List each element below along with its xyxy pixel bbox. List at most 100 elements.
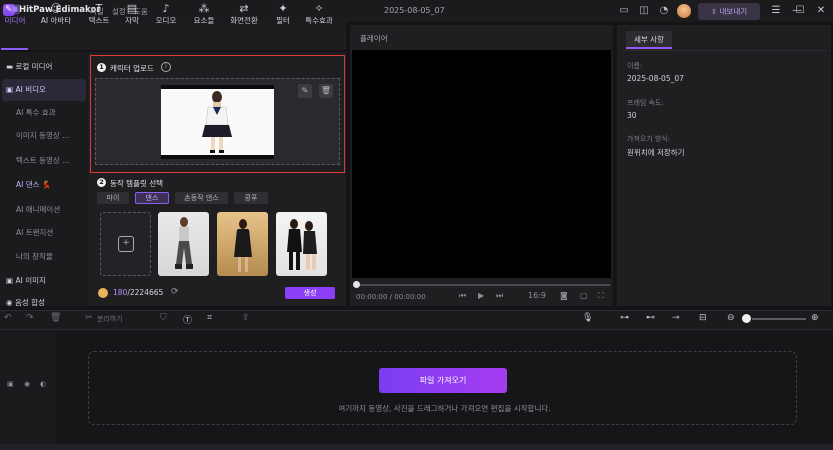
- play-icon[interactable]: ▶: [478, 291, 484, 300]
- info-icon[interactable]: i: [161, 62, 171, 72]
- playback-progress[interactable]: [355, 284, 610, 286]
- tool-ai-avatar[interactable]: ☺ AI 아바타: [35, 2, 77, 28]
- sidebar-item-ai-dance[interactable]: AI 댄스 💃: [2, 174, 86, 196]
- add-template-button[interactable]: +: [100, 212, 151, 276]
- active-tab-indicator: [1, 48, 28, 50]
- fullscreen-icon[interactable]: ⛶: [598, 291, 604, 301]
- track-visibility-icon[interactable]: ◉: [24, 380, 30, 388]
- player-title: 플레이어: [360, 34, 388, 43]
- detach-icon[interactable]: ⊸: [672, 313, 680, 323]
- horizontal-scrollbar[interactable]: [0, 444, 833, 450]
- voice-icon: ◉: [6, 298, 15, 307]
- align-icon[interactable]: ⊷: [646, 313, 655, 323]
- template-thumb[interactable]: [276, 212, 327, 276]
- text-tool-icon[interactable]: Ⓣ: [183, 313, 192, 326]
- sidebar-item-my-creations[interactable]: 나의 창작물: [2, 246, 86, 268]
- tool-transition[interactable]: ⇄ 화면전환: [223, 2, 265, 28]
- drop-hint: 여기까지 동영상, 사진을 드래그하거나 가져오면 편집을 시작합니다.: [338, 404, 551, 413]
- detail-fps-value: 30: [627, 111, 637, 120]
- shield-icon[interactable]: ⛉: [160, 313, 167, 323]
- link-icon[interactable]: ⊶: [620, 313, 629, 323]
- tab-my[interactable]: 마이: [97, 192, 129, 204]
- project-title: 2025-08-05_07: [384, 6, 445, 15]
- detail-fps-label: 프레임 속도:: [627, 99, 664, 107]
- step-1-title: 캐릭터 업로드: [110, 64, 154, 73]
- sidebar-item-local-media[interactable]: ▬ 로컬 미디어: [2, 56, 86, 78]
- next-frame-icon[interactable]: ⏭: [496, 291, 503, 301]
- zoom-in-icon[interactable]: ⊕: [811, 313, 819, 323]
- sidebar-item-ai-animation[interactable]: AI 애니메이션: [2, 199, 86, 221]
- edit-icon[interactable]: ✎: [298, 84, 312, 98]
- detail-import-value: 원위치에 저장하기: [627, 148, 685, 157]
- aspect-ratio-select[interactable]: 16:9: [528, 291, 546, 300]
- step-2-title: 동작 템플릿 선택: [110, 179, 164, 188]
- tool-effects[interactable]: ✧ 특수효과: [298, 2, 340, 28]
- playhead-handle[interactable]: [353, 281, 360, 288]
- tab-hand-dance[interactable]: 손동작 댄스: [175, 192, 228, 204]
- character-image: [202, 91, 232, 153]
- notification-icon[interactable]: ◔: [658, 5, 670, 17]
- dancer-image: [226, 219, 260, 272]
- export-label: 내보내기: [719, 7, 748, 16]
- avatar[interactable]: [677, 4, 691, 18]
- sidebar-item-image-to-video[interactable]: 이미지 동영상 ...: [2, 125, 86, 147]
- zoom-out-icon[interactable]: ⊖: [727, 313, 735, 323]
- refresh-icon[interactable]: ⟳: [171, 287, 179, 297]
- delete-icon[interactable]: 🗑: [50, 313, 61, 323]
- crop-icon[interactable]: ▢: [580, 291, 588, 300]
- dancer-image: [287, 219, 317, 270]
- dancer-image: [175, 217, 193, 269]
- snapshot-icon[interactable]: ◙: [560, 291, 568, 300]
- template-thumb[interactable]: [217, 212, 268, 276]
- details-panel: [617, 25, 831, 306]
- layout-icon[interactable]: ▭: [618, 5, 630, 17]
- delete-icon[interactable]: 🗑: [319, 84, 333, 98]
- timecode: 00:00:00 / 00:00:00: [356, 293, 426, 301]
- track-lock-icon[interactable]: ▣: [7, 380, 14, 388]
- redo-icon[interactable]: ↷: [26, 313, 34, 323]
- tool-elements[interactable]: ⁂ 요소들: [183, 2, 225, 28]
- tool-audio[interactable]: ♪ 오디오: [145, 2, 187, 28]
- credits-balance: 180/2224665: [113, 288, 164, 297]
- split-label: 분리하기: [97, 315, 123, 323]
- detail-name-value: 2025-08-05_07: [627, 74, 684, 83]
- close-icon[interactable]: ✕: [814, 4, 828, 18]
- character-preview: [161, 85, 274, 159]
- zoom-slider-handle[interactable]: [742, 314, 751, 323]
- feedback-icon[interactable]: ◫: [638, 5, 650, 17]
- undo-icon[interactable]: ↶: [4, 313, 12, 323]
- fit-icon[interactable]: ⊟: [699, 313, 707, 323]
- tab-details[interactable]: 세부 사항: [626, 31, 672, 49]
- prev-frame-icon[interactable]: ⏮: [459, 291, 466, 301]
- folder-icon: ▣: [9, 2, 21, 15]
- step-2-badge: 2: [97, 178, 106, 187]
- crop-tool-icon[interactable]: ⌗: [207, 313, 212, 323]
- split-icon[interactable]: ✂: [85, 313, 93, 323]
- transition-icon: ⇄: [239, 2, 249, 15]
- coin-icon: [98, 288, 108, 298]
- export-icon: ⇧: [710, 7, 720, 16]
- sidebar-item-ai-video[interactable]: ▣ AI 비디오: [2, 79, 86, 101]
- tool-media[interactable]: ▣ 미디어: [0, 2, 36, 28]
- divider: [622, 50, 827, 51]
- music-icon: ♪: [162, 2, 170, 15]
- sidebar-item-ai-image[interactable]: ▣ AI 이미지: [2, 270, 86, 292]
- tab-kungfu[interactable]: 쿵푸: [234, 192, 268, 204]
- export-frame-icon[interactable]: ⇪: [242, 313, 250, 323]
- sidebar-item-ai-effects[interactable]: AI 특수 효과: [2, 102, 86, 124]
- microphone-icon[interactable]: 🎙: [582, 313, 593, 323]
- sidebar-item-text-to-video[interactable]: 텍스트 동영상 ...: [2, 150, 86, 172]
- zoom-slider[interactable]: [752, 318, 806, 320]
- import-file-button[interactable]: 파일 가져오기: [379, 368, 507, 393]
- maximize-button[interactable]: ☐: [793, 4, 807, 18]
- player-canvas[interactable]: [352, 50, 611, 278]
- export-button[interactable]: ⇧ 내보내기: [698, 3, 760, 20]
- sidebar-item-ai-transition[interactable]: AI 트랜지션: [2, 222, 86, 244]
- menu-icon[interactable]: ☰: [769, 4, 783, 18]
- add-person-icon: +: [118, 236, 134, 252]
- generate-button[interactable]: 생성: [285, 287, 335, 299]
- tab-dance[interactable]: 댄스: [135, 192, 169, 204]
- track-audio-icon[interactable]: ◐: [40, 380, 46, 388]
- template-thumb[interactable]: [158, 212, 209, 276]
- elements-icon: ⁂: [198, 2, 210, 15]
